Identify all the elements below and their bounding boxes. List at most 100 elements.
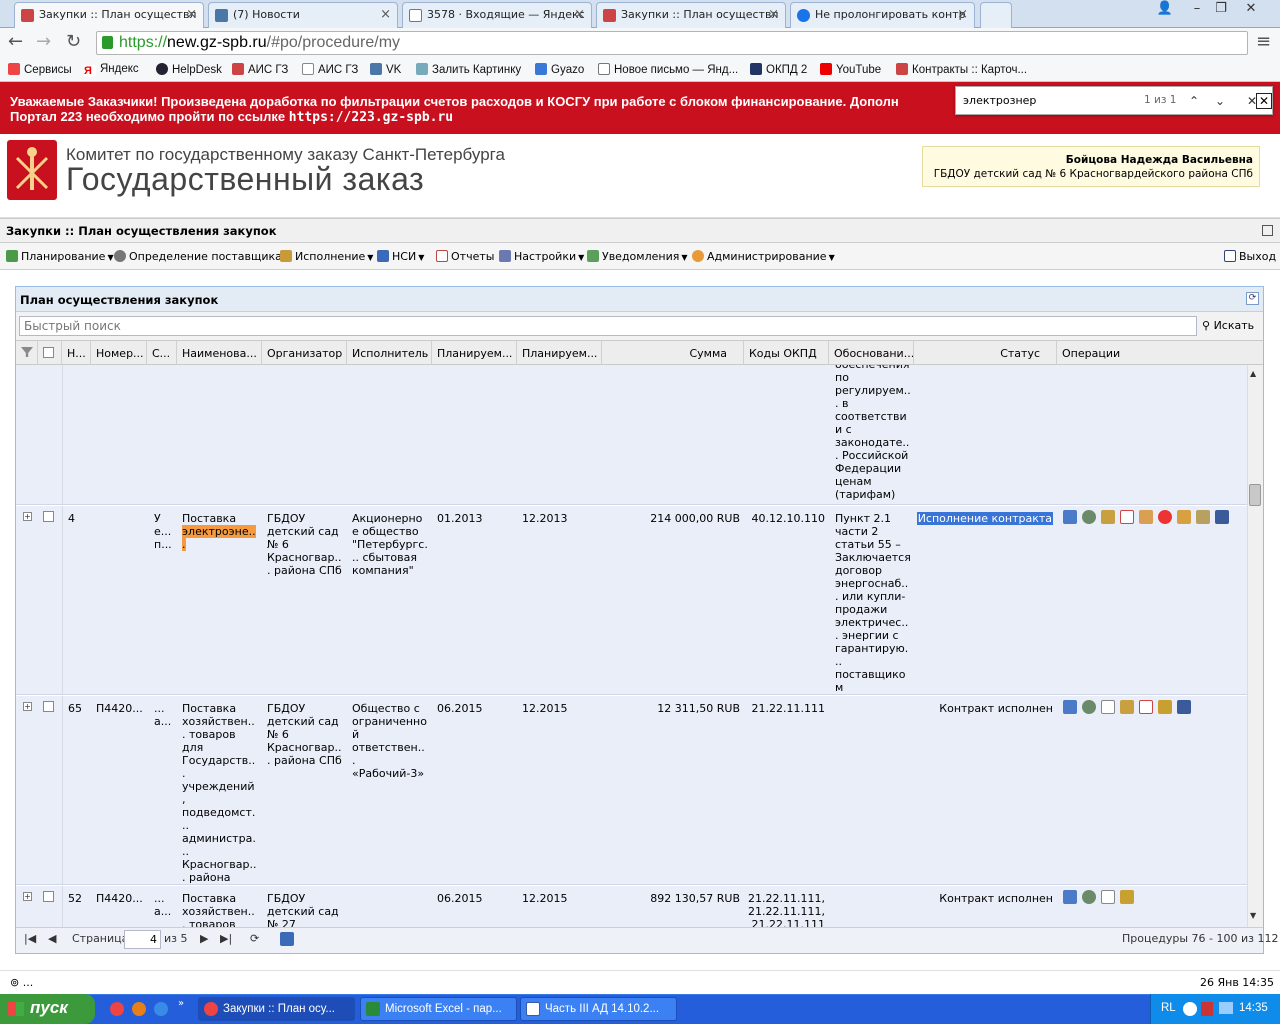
books-icon[interactable] [1215, 510, 1229, 524]
page-icon[interactable] [1101, 700, 1115, 714]
refresh-icon[interactable]: ⟳ [250, 932, 259, 945]
column-header[interactable]: С... [147, 341, 177, 365]
books-icon[interactable] [1177, 700, 1191, 714]
bookmark-item[interactable]: Я Яндекс [84, 63, 139, 77]
new-tab-button[interactable] [980, 2, 1012, 28]
document-icon[interactable] [1139, 700, 1153, 714]
quicklaunch-more-icon[interactable]: » [178, 998, 184, 1009]
browser-tab[interactable]: 3578 · Входящие — Яндекс × [402, 2, 592, 28]
bookmark-item[interactable]: YouTube [820, 63, 881, 76]
bookmark-item[interactable]: VK [370, 63, 401, 76]
menu-reports[interactable]: Отчеты [436, 250, 494, 263]
quick-search-input[interactable]: Быстрый поиск [19, 316, 1197, 336]
filter-clear-icon[interactable] [16, 341, 38, 365]
scroll-up-icon[interactable]: ▲ [1250, 369, 1256, 378]
start-button[interactable]: пуск [0, 994, 95, 1024]
close-tab-icon[interactable]: × [574, 7, 585, 22]
menu-planning[interactable]: Планирование ▼ [6, 250, 114, 263]
menu-admin[interactable]: Администрирование ▼ [692, 250, 835, 263]
banner-close-icon[interactable]: ✕ [1256, 93, 1272, 109]
bookmark-item[interactable]: Новое письмо — Янд... [598, 63, 738, 76]
bookmark-item[interactable]: АИС ГЗ [232, 63, 288, 76]
reload-icon[interactable]: ↻ [66, 32, 81, 52]
gear-icon[interactable] [1082, 510, 1096, 524]
bookmark-item[interactable]: Сервисы [8, 63, 72, 76]
language-indicator[interactable]: RL [1161, 1002, 1176, 1014]
table-row[interactable]: + 4 У е... п... Поставка электроэне... ГБ… [16, 506, 1247, 720]
first-page-icon[interactable]: |◀ [24, 932, 36, 945]
column-header[interactable]: Операции [1057, 341, 1263, 365]
expand-row-icon[interactable]: + [23, 702, 32, 711]
exit-button[interactable]: Выход [1224, 250, 1276, 263]
url-input[interactable]: https://new.gz-spb.ru/#po/procedure/my [96, 31, 1248, 55]
bookmark-item[interactable]: Gyazo [535, 63, 584, 76]
next-page-icon[interactable]: ▶ [200, 932, 208, 945]
find-prev-icon[interactable]: ⌃ [1182, 91, 1206, 111]
browser-tab[interactable]: (7) Новости × [208, 2, 398, 28]
document-icon[interactable] [1120, 510, 1134, 524]
browser-tab[interactable]: Закупки :: План осуществл × [596, 2, 786, 28]
portal-223-link[interactable]: https://223.gz-spb.ru [289, 110, 453, 125]
column-header[interactable]: Планируем... [432, 341, 517, 365]
search-doc-icon[interactable] [1196, 510, 1210, 524]
menu-nsi[interactable]: НСИ ▼ [377, 250, 424, 263]
table-row[interactable]: обеспечения по регулируем... в соответст… [16, 365, 1247, 505]
edit-icon[interactable] [1139, 510, 1153, 524]
chrome-menu-icon[interactable]: ≡ [1256, 32, 1271, 52]
page-number-input[interactable]: 4 [124, 930, 161, 949]
network-icon[interactable] [1219, 1002, 1233, 1014]
scroll-down-icon[interactable]: ▼ [1250, 911, 1256, 920]
browser-tab[interactable]: Закупки :: План осуществл × [14, 2, 204, 29]
expand-row-icon[interactable]: + [23, 512, 32, 521]
forward-icon[interactable]: → [36, 32, 51, 52]
restore-icon[interactable]: ❐ [1206, 0, 1236, 20]
column-header[interactable]: Исполнитель [347, 341, 432, 365]
taskbar-chrome-window[interactable]: Закупки :: План осу... [198, 997, 355, 1021]
grid-scrollbar[interactable] [1247, 365, 1263, 927]
chart-icon[interactable] [1063, 700, 1077, 714]
bookmark-item[interactable]: ОКПД 2 [750, 63, 807, 76]
bookmark-item[interactable]: Залить Картинку [416, 63, 521, 76]
chrome-icon[interactable] [110, 1002, 124, 1016]
scroll-icon[interactable] [1120, 890, 1134, 904]
menu-supplier[interactable]: Определение поставщика▼ [114, 250, 290, 263]
search-button[interactable]: ⚲ Искать [1202, 319, 1254, 332]
bookmark-item[interactable]: Контракты :: Карточ... [896, 63, 1027, 76]
close-tab-icon[interactable]: × [186, 7, 197, 22]
row-checkbox[interactable] [43, 511, 54, 522]
column-header[interactable]: Планируем... [517, 341, 602, 365]
save-icon[interactable] [280, 932, 294, 946]
gear-icon[interactable] [1082, 890, 1096, 904]
close-tab-icon[interactable]: × [768, 7, 779, 22]
row-checkbox[interactable] [43, 701, 54, 712]
find-next-icon[interactable]: ⌄ [1208, 91, 1232, 111]
row-checkbox[interactable] [43, 891, 54, 902]
gear-icon[interactable] [1082, 700, 1096, 714]
column-header[interactable]: Коды ОКПД [744, 341, 829, 365]
column-header[interactable]: Организатор [262, 341, 347, 365]
browser-tab[interactable]: Не пролонгировать контр × [790, 2, 975, 28]
bookmark-item[interactable]: АИС ГЗ [302, 63, 358, 76]
menu-settings[interactable]: Настройки ▼ [499, 250, 584, 263]
table-row[interactable]: + 65 П4420... ... а... Поставка хозяйств… [16, 696, 1247, 927]
close-window-icon[interactable]: ✕ [1236, 0, 1266, 20]
taskbar-word-window[interactable]: Часть III АД 14.10.2... [520, 997, 677, 1021]
page-icon[interactable] [1101, 890, 1115, 904]
expand-row-icon[interactable]: + [23, 892, 32, 901]
scroll-icon[interactable] [1158, 700, 1172, 714]
close-tab-icon[interactable]: × [380, 7, 391, 22]
bookmark-item[interactable]: HelpDesk [156, 63, 222, 76]
table-row[interactable]: + 52 П4420... ... а... Поставка хозяйств… [16, 886, 1247, 927]
ie-icon[interactable] [154, 1002, 168, 1016]
firefox-icon[interactable] [132, 1002, 146, 1016]
stop-icon[interactable] [1158, 510, 1172, 524]
scrollbar-thumb[interactable] [1249, 484, 1261, 506]
column-header[interactable]: Наименова... [177, 341, 262, 365]
column-header[interactable]: Сумма [602, 341, 744, 365]
close-tab-icon[interactable]: × [957, 7, 968, 22]
column-header[interactable]: Обосновани... [829, 341, 914, 365]
taskbar-excel-window[interactable]: Microsoft Excel - пар... [360, 997, 517, 1021]
collapse-icon[interactable] [1262, 225, 1273, 236]
find-input[interactable]: электрознер [963, 94, 1036, 107]
chart-icon[interactable] [1063, 510, 1077, 524]
